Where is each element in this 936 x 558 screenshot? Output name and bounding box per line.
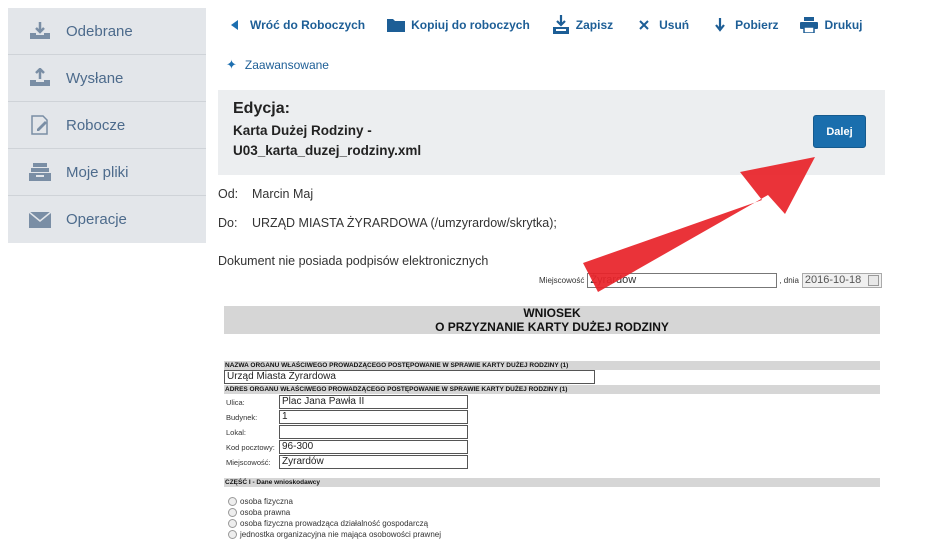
sidebar-item-odebrane[interactable]: Odebrane: [8, 8, 206, 55]
outbox-upload-icon: [28, 66, 52, 90]
sidebar: Odebrane Wysłane Robocze Moje pliki Oper…: [8, 8, 206, 243]
place-input[interactable]: Żyrardów: [587, 273, 778, 288]
close-icon: [635, 16, 653, 34]
sidebar-item-wyslane[interactable]: Wysłane: [8, 55, 206, 102]
radio-button[interactable]: [228, 530, 237, 539]
signature-note: Dokument nie posiada podpisów elektronic…: [218, 254, 489, 268]
postal-code-field[interactable]: 96-300: [279, 440, 468, 454]
radio-option[interactable]: osoba fizyczna: [228, 497, 293, 506]
to-row: Do: URZĄD MIASTA ŻYRARDOWA (/umzyrardow/s…: [218, 216, 557, 230]
calendar-icon[interactable]: [867, 275, 879, 286]
printer-icon: [800, 16, 819, 34]
form-title: WNIOSEK O PRZYZNANIE KARTY DUŻEJ RODZINY: [224, 306, 880, 334]
folder-icon: [387, 16, 406, 34]
caret-left-icon: [226, 16, 244, 34]
radio-button[interactable]: [228, 497, 237, 506]
section-organ-address: ADRES ORGANU WŁAŚCIWEGO PROWADZĄCEGO POS…: [224, 385, 880, 394]
city-field[interactable]: Żyrardów: [279, 455, 468, 469]
save-download-icon: [552, 15, 570, 34]
section-part1: CZĘŚĆ I - Dane wnioskodawcy: [224, 478, 880, 487]
delete-button[interactable]: Usuń: [635, 16, 689, 34]
edit-panel: Edycja: Karta Dużej Rodziny - U03_karta_…: [218, 90, 885, 175]
sidebar-item-moje-pliki[interactable]: Moje pliki: [8, 149, 206, 196]
local-field[interactable]: [279, 425, 468, 439]
street-field[interactable]: Plac Jana Pawła II: [279, 395, 468, 409]
draft-edit-icon: [28, 113, 52, 137]
radio-option[interactable]: jednostka organizacyjna nie mająca osobo…: [228, 530, 441, 539]
sidebar-item-label: Odebrane: [66, 22, 133, 40]
radio-option[interactable]: osoba prawna: [228, 508, 290, 517]
date-input[interactable]: 2016-10-18: [801, 273, 882, 288]
sidebar-item-operacje[interactable]: Operacje: [8, 196, 206, 243]
building-field[interactable]: 1: [279, 410, 468, 424]
document-name: Karta Dużej Rodziny - U03_karta_duzej_ro…: [233, 123, 422, 158]
place-date-row: Miejscowość Żyrardów , dnia 2016-10-18: [539, 273, 882, 288]
radio-button[interactable]: [228, 519, 237, 528]
copy-to-drafts-button[interactable]: Kopiuj do roboczych: [387, 16, 530, 34]
organ-name-field[interactable]: Urząd Miasta Żyrardowa: [224, 370, 595, 384]
sidebar-item-label: Moje pliki: [66, 163, 129, 181]
sidebar-item-label: Operacje: [66, 211, 127, 228]
sidebar-item-label: Robocze: [66, 116, 126, 134]
back-to-drafts-button[interactable]: Wróć do Roboczych: [226, 16, 365, 34]
radio-button[interactable]: [228, 508, 237, 517]
download-button[interactable]: Pobierz: [711, 16, 778, 34]
radio-option[interactable]: osoba fizyczna prowadząca działalność go…: [228, 519, 428, 528]
sidebar-item-label: Wysłane: [66, 69, 124, 87]
sidebar-item-robocze[interactable]: Robocze: [8, 102, 206, 149]
edit-title: Edycja:: [233, 100, 290, 117]
arrow-down-icon: [711, 16, 729, 34]
print-button[interactable]: Drukuj: [800, 16, 863, 34]
advanced-link[interactable]: ✦ Zaawansowane: [226, 57, 329, 73]
from-row: Od: Marcin Maj: [218, 187, 314, 201]
toolbar: Wróć do Roboczych Kopiuj do roboczych Za…: [226, 14, 885, 36]
section-organ-name: NAZWA ORGANU WŁAŚCIWEGO PROWADZĄCEGO POS…: [224, 361, 880, 370]
next-button[interactable]: Dalej: [813, 115, 866, 148]
files-stack-icon: [28, 160, 52, 184]
save-button[interactable]: Zapisz: [552, 15, 613, 34]
inbox-download-icon: [28, 19, 52, 43]
envelope-icon: [28, 208, 52, 232]
plus-icon: ✦: [226, 57, 237, 72]
